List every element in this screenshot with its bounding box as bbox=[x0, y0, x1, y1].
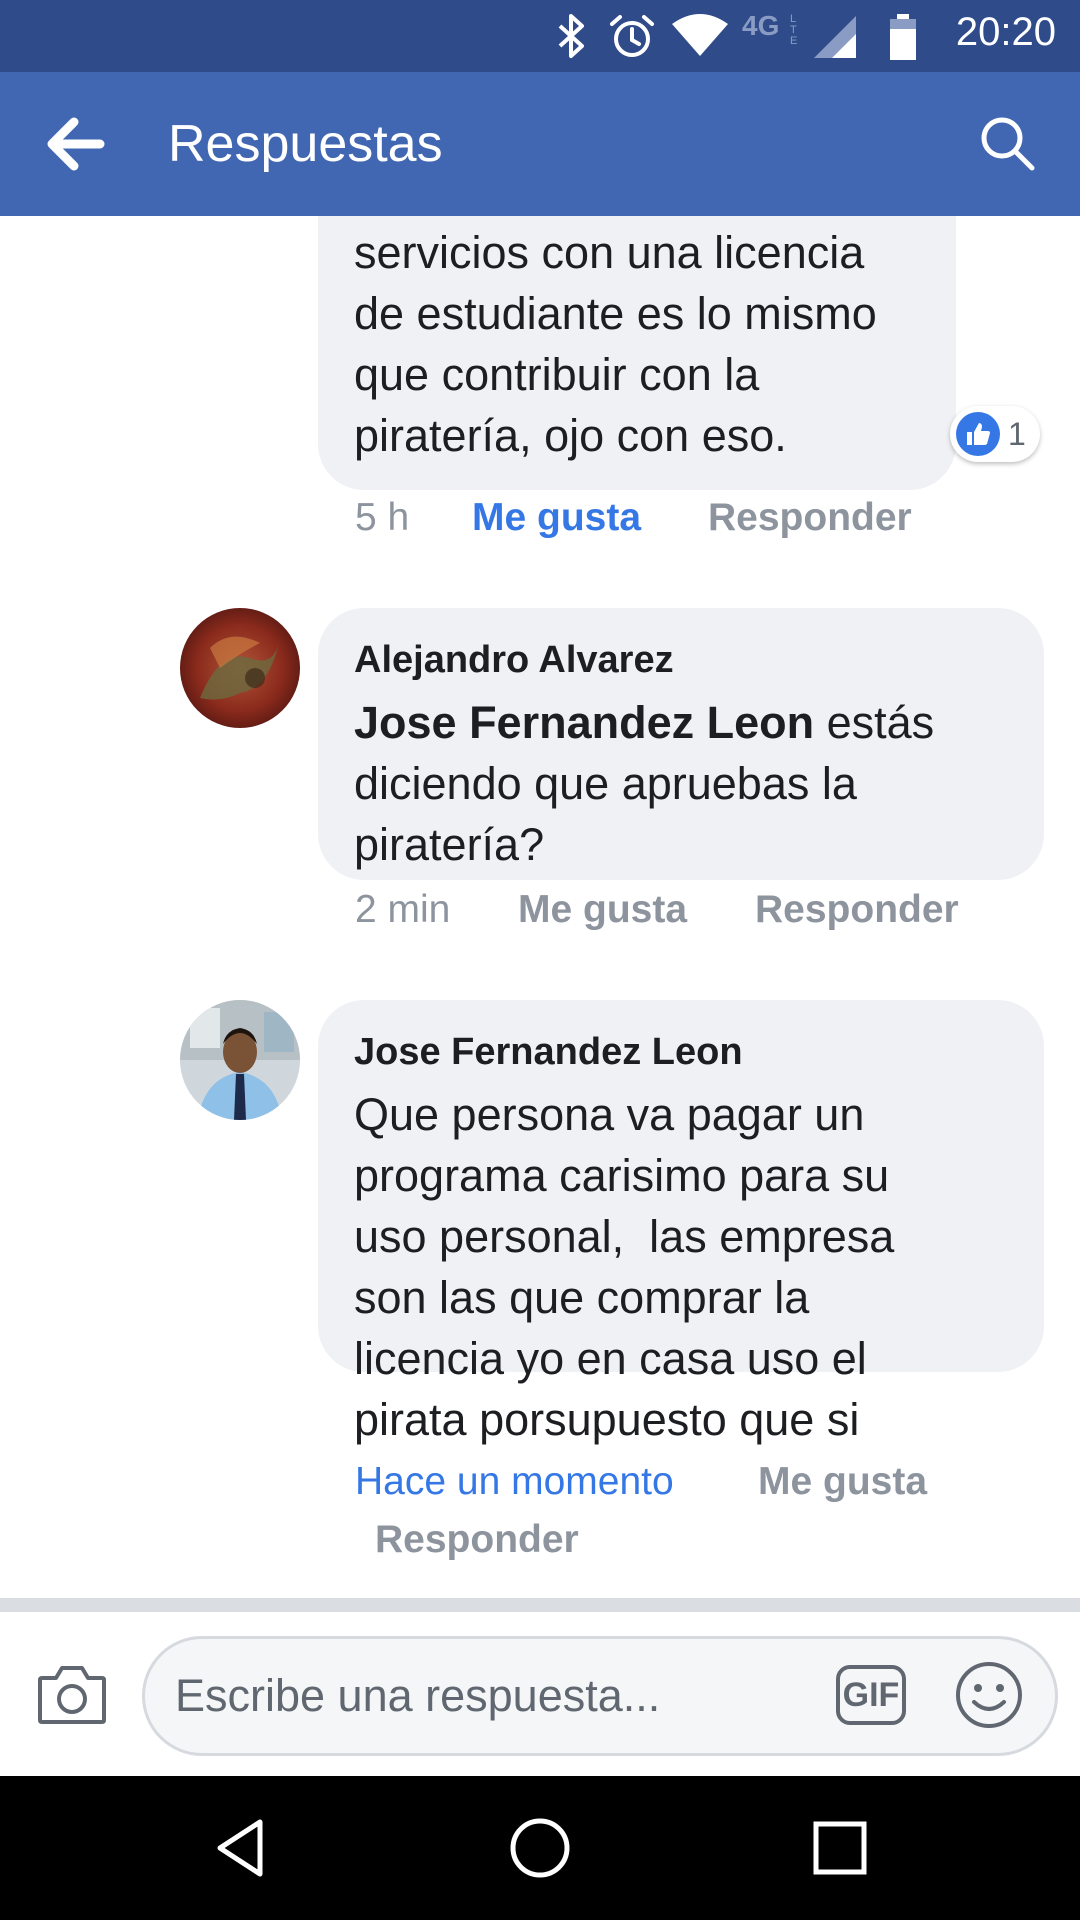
like-thumb-icon bbox=[956, 412, 1000, 456]
comment-actions: 5 h Me gusta Responder bbox=[0, 496, 1080, 556]
system-nav-bar bbox=[0, 1776, 1080, 1920]
like-button[interactable]: Me gusta bbox=[472, 496, 641, 540]
comment-text: Que persona va pagar un programa carisim… bbox=[354, 1089, 895, 1445]
reply-button[interactable]: Responder bbox=[708, 496, 912, 540]
emoji-icon bbox=[956, 1662, 1022, 1728]
nav-recents-button[interactable] bbox=[804, 1812, 876, 1884]
signal-icon bbox=[814, 16, 856, 58]
reply-input[interactable] bbox=[142, 1636, 1058, 1756]
comment-text: servicios con una licencia de estudiante… bbox=[354, 227, 877, 461]
mention-link[interactable]: Jose Fernandez Leon bbox=[354, 697, 814, 748]
alarm-icon bbox=[610, 15, 654, 57]
comment-author[interactable]: Jose Fernandez Leon bbox=[354, 1028, 1008, 1076]
emoji-button[interactable] bbox=[954, 1660, 1024, 1730]
nav-home-button[interactable] bbox=[504, 1812, 576, 1884]
camera-button[interactable] bbox=[36, 1662, 108, 1726]
clock-time: 20:20 bbox=[955, 10, 1056, 54]
comment-author[interactable]: Alejandro Alvarez bbox=[354, 636, 1008, 684]
battery-icon bbox=[890, 14, 916, 60]
replies-thread: servicios con una licencia de estudiante… bbox=[0, 216, 1080, 1600]
comment-actions: 2 min Me gusta Responder bbox=[0, 888, 1080, 948]
home-circle-icon bbox=[510, 1818, 570, 1878]
comment-time[interactable]: Hace un momento bbox=[355, 1460, 674, 1504]
app-bar: Respuestas bbox=[0, 72, 1080, 216]
network-sub-label: LTE bbox=[790, 13, 798, 47]
gif-button[interactable]: GIF bbox=[836, 1665, 906, 1725]
like-button[interactable]: Me gusta bbox=[518, 888, 687, 932]
camera-icon bbox=[38, 1666, 106, 1724]
like-button[interactable]: Me gusta bbox=[758, 1460, 927, 1504]
reaction-count: 1 bbox=[1008, 415, 1026, 452]
comment-time: 5 h bbox=[355, 496, 410, 539]
reply-button[interactable]: Responder bbox=[375, 1518, 579, 1562]
comment-text: Jose Fernandez Leon estás diciendo que a… bbox=[354, 692, 1008, 875]
page-title: Respuestas bbox=[168, 115, 443, 173]
arrow-left-icon bbox=[47, 117, 105, 171]
search-button[interactable] bbox=[976, 112, 1040, 176]
back-triangle-icon bbox=[217, 1819, 263, 1877]
status-bar: 4G LTE 20:20 bbox=[0, 0, 1080, 72]
comment-bubble[interactable]: Alejandro Alvarez Jose Fernandez Leon es… bbox=[318, 608, 1044, 880]
wifi-icon bbox=[672, 14, 728, 56]
reaction-badge[interactable]: 1 bbox=[950, 406, 1040, 462]
comment-bubble[interactable]: Jose Fernandez Leon Que persona va pagar… bbox=[318, 1000, 1044, 1445]
comment-bubble[interactable]: servicios con una licencia de estudiante… bbox=[318, 216, 956, 490]
avatar-image bbox=[180, 1000, 300, 1120]
nav-back-button[interactable] bbox=[206, 1812, 278, 1884]
network-type-label: 4G bbox=[742, 10, 780, 41]
avatar[interactable] bbox=[180, 1000, 300, 1120]
avatar[interactable] bbox=[180, 608, 300, 728]
reply-button[interactable]: Responder bbox=[755, 888, 959, 932]
comment-actions: Hace un momento Me gusta Responder bbox=[0, 1460, 1080, 1590]
comment-time: 2 min bbox=[355, 888, 451, 931]
back-button[interactable] bbox=[40, 108, 130, 180]
avatar-image bbox=[180, 608, 300, 728]
bluetooth-icon bbox=[558, 14, 584, 58]
search-icon bbox=[981, 117, 1035, 171]
recents-square-icon bbox=[813, 1821, 867, 1875]
reply-composer: GIF bbox=[0, 1612, 1080, 1776]
composer-divider bbox=[0, 1598, 1080, 1612]
